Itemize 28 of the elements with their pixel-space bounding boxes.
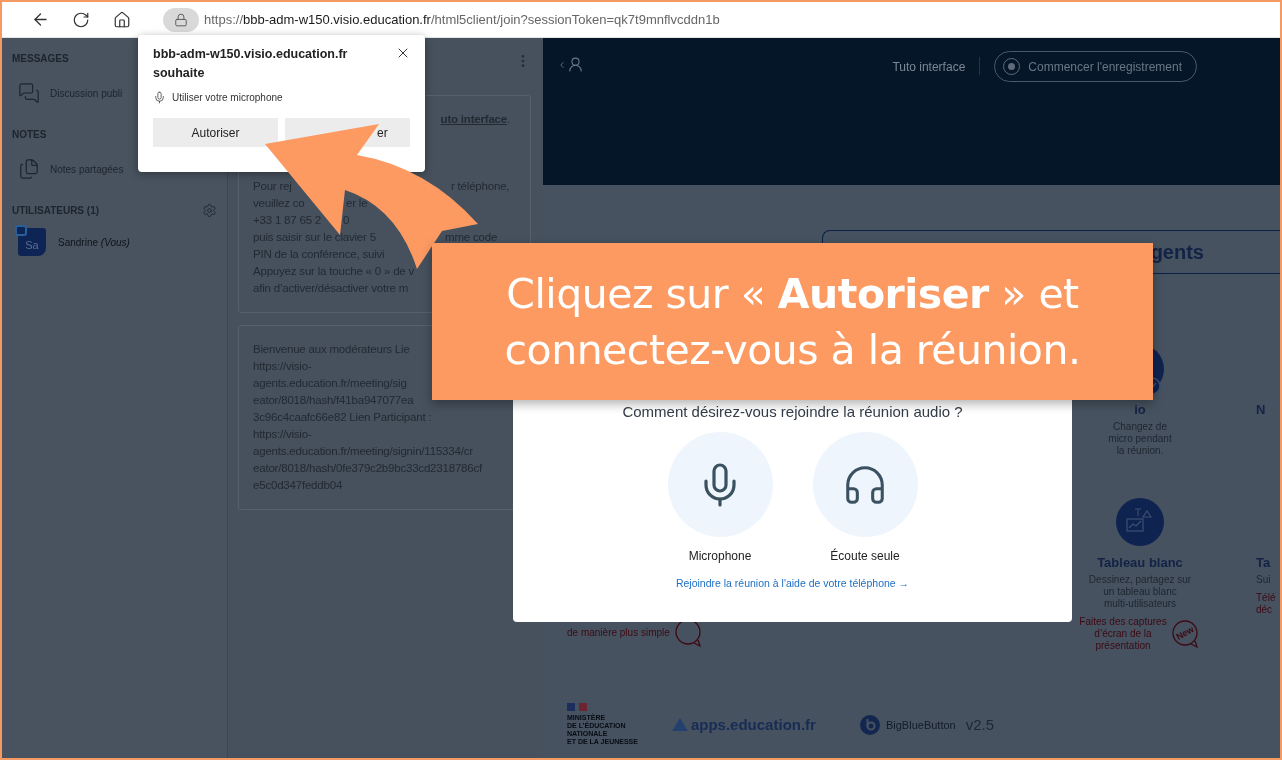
home-icon	[113, 10, 131, 29]
presenter-icon	[15, 225, 27, 236]
chat-icon	[18, 82, 40, 104]
microphone-icon	[153, 91, 166, 104]
logo-icon	[859, 714, 880, 735]
feature-note: de manière plus simple	[567, 627, 670, 639]
url-text[interactable]: https://bbb-adm-w150.visio.education.fr/html5client/join?sessionToken=qk7t9mnflvcddn1b	[204, 12, 720, 27]
triangle-icon	[671, 718, 688, 731]
whiteboard-icon	[1115, 497, 1165, 547]
chevron-left-icon	[557, 59, 567, 70]
documents-icon	[18, 158, 40, 180]
tutorial-link[interactable]: Tuto interface	[892, 60, 966, 74]
feature-note: Télé déc	[1256, 592, 1276, 616]
lock-icon	[174, 12, 188, 27]
message-text: .	[507, 112, 510, 125]
instruction-text: Cliquez sur « Autoriser » et connectez-vous à la réunion.	[504, 268, 1081, 376]
user-icon	[567, 56, 584, 73]
reload-icon	[72, 10, 90, 29]
site-info-button[interactable]	[163, 7, 199, 32]
user-avatar: Sa	[18, 228, 46, 256]
dialog-question: Comment désirez-vous rejoindre la réunion audio ?	[622, 403, 963, 420]
allow-button[interactable]: Autoriser	[153, 118, 278, 147]
phone-join-link[interactable]: Rejoindre la réunion à l'aide de votre téléphone →	[675, 577, 910, 589]
sticker-label: New	[1174, 624, 1196, 642]
flag-icon	[567, 703, 587, 711]
permission-text: Utiliser votre microphone	[172, 92, 283, 103]
feature-note: Faites des captures d’écran de la présentation	[1079, 616, 1167, 652]
popup-title: bbb-adm-w150.visio.education.fr souhaite	[153, 46, 349, 82]
